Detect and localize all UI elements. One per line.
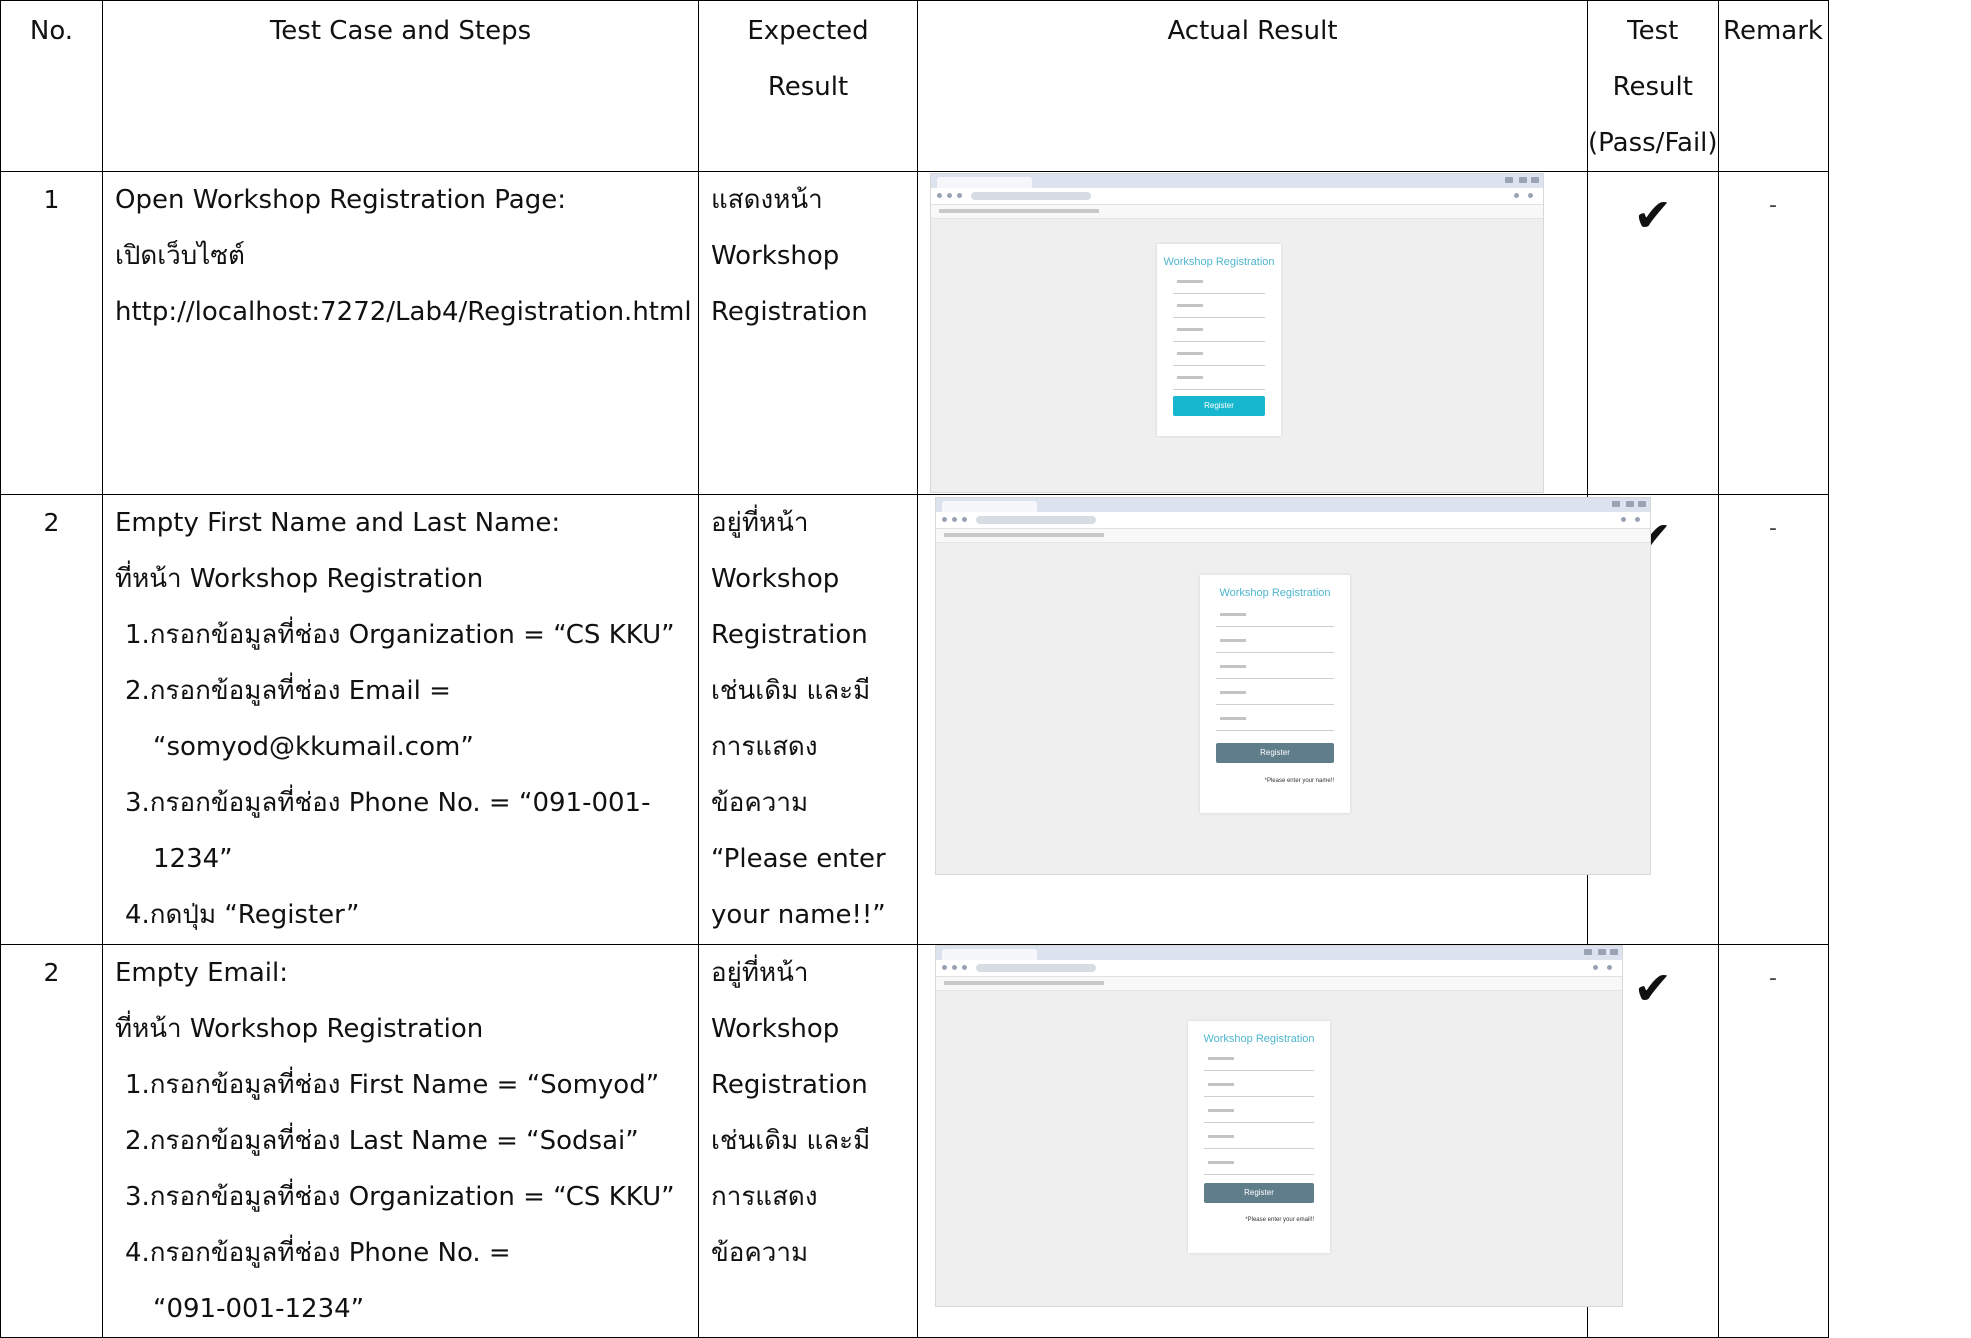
step-line: Empty First Name and Last Name: [115,508,561,538]
browser-address-bar [936,512,1650,529]
header-expected-line: Expected [747,16,869,46]
expected-line: Workshop [711,564,840,594]
step-line: 1.กรอกข้อมูลที่ช่อง First Name = “Somyod… [125,1070,660,1100]
header-test-line: (Pass/Fail) [1588,128,1718,158]
registration-form-card: Workshop Registration Register [1157,244,1281,436]
row-number: 1 [0,171,103,495]
step-line: ที่หน้า Workshop Registration [115,564,484,594]
header-steps: Test Case and Steps [102,0,699,172]
step-line: “091-001-1234” [153,1294,365,1324]
row-remark: - [1717,944,1829,1338]
register-button: Register [1216,743,1334,763]
form-title: Workshop Registration [1203,1033,1315,1045]
expected-line: แสดงหน้า [711,185,823,215]
expected-line: “Please enter [711,844,886,874]
expected-line: อยู่ที่หน้า [711,508,809,538]
expected-line: การแสดง [711,1182,818,1212]
header-expected: Expected Result [698,0,918,172]
register-button: Register [1204,1183,1314,1203]
step-line: 2.กรอกข้อมูลที่ช่อง Email = [125,676,451,706]
step-line: Empty Email: [115,958,288,988]
step-line: ที่หน้า Workshop Registration [115,1014,484,1044]
expected-line: เช่นเดิม และมี [711,676,871,706]
step-line: 1234” [153,844,233,874]
row-remark: - [1717,171,1829,495]
step-line: 3.กรอกข้อมูลที่ช่อง Organization = “CS K… [125,1182,675,1212]
step-line: “somyod@kkumail.com” [153,732,474,762]
header-test-line: Result [1612,72,1693,102]
row-number: 2 [0,494,103,945]
browser-address-bar [931,188,1543,205]
step-line: 1.กรอกข้อมูลที่ช่อง Organization = “CS K… [125,620,675,650]
actual-result-screenshot: Workshop Registration Register *Please e… [935,945,1623,1307]
register-button: Register [1173,396,1265,416]
step-line: 3.กรอกข้อมูลที่ช่อง Phone No. = “091-001… [125,788,651,818]
browser-tab-bar [931,174,1543,188]
expected-line: อยู่ที่หน้า [711,958,809,988]
expected-line: เช่นเดิม และมี [711,1126,871,1156]
form-title: Workshop Registration [1163,256,1275,268]
header-expected-line: Result [767,72,849,102]
step-line: 4.กรอกข้อมูลที่ช่อง Phone No. = [125,1238,511,1268]
table-header-row: No. Test Case and Steps Expected Result … [0,0,1829,172]
row-steps: Empty First Name and Last Name: ที่หน้า … [102,494,699,945]
actual-result-screenshot: Workshop Registration Register [930,173,1544,493]
form-title: Workshop Registration [1219,587,1331,599]
pass-checkmark-icon: ✔ [1587,171,1719,495]
header-actual: Actual Result [917,0,1588,172]
row-number: 2 [0,944,103,1338]
expected-line: การแสดง [711,732,818,762]
row-remark: - [1717,494,1829,945]
expected-line: Workshop [711,1014,840,1044]
header-test-result: Test Result (Pass/Fail) [1587,0,1719,172]
error-message: *Please enter your email!! [1245,1217,1314,1223]
browser-info-bar [936,977,1622,991]
table-row: 1 Open Workshop Registration Page: เปิดเ… [0,171,1829,495]
expected-line: your name!!” [711,900,886,930]
step-line: 2.กรอกข้อมูลที่ช่อง Last Name = “Sodsai” [125,1126,639,1156]
expected-line: ข้อความ [711,788,809,818]
registration-form-card: Workshop Registration Register *Please e… [1200,575,1350,813]
header-test-line: Test [1627,16,1679,46]
expected-line: ข้อความ [711,1238,809,1268]
registration-form-card: Workshop Registration Register *Please e… [1188,1021,1330,1253]
step-line: เปิดเว็บไซต์ [115,241,245,271]
browser-tab-bar [936,946,1622,960]
expected-line: Registration [711,297,868,327]
actual-result-screenshot: Workshop Registration Register *Please e… [935,497,1651,875]
step-line: http://localhost:7272/Lab4/Registration.… [115,297,692,327]
step-line: 4.กดปุ่ม “Register” [125,900,360,930]
expected-line: Workshop [711,241,840,271]
row-expected: แสดงหน้า Workshop Registration [698,171,918,495]
header-remark: Remark [1717,0,1829,172]
row-expected: อยู่ที่หน้า Workshop Registration เช่นเด… [698,944,918,1338]
row-expected: อยู่ที่หน้า Workshop Registration เช่นเด… [698,494,918,945]
step-line: Open Workshop Registration Page: [115,185,567,215]
row-steps: Empty Email: ที่หน้า Workshop Registrati… [102,944,699,1338]
browser-address-bar [936,960,1622,977]
browser-tab-bar [936,498,1650,512]
expected-line: Registration [711,1070,868,1100]
expected-line: Registration [711,620,868,650]
header-no: No. [0,0,103,172]
browser-info-bar [931,205,1543,219]
row-steps: Open Workshop Registration Page: เปิดเว็… [102,171,699,495]
browser-info-bar [936,529,1650,543]
error-message: *Please enter your name!! [1264,778,1334,784]
